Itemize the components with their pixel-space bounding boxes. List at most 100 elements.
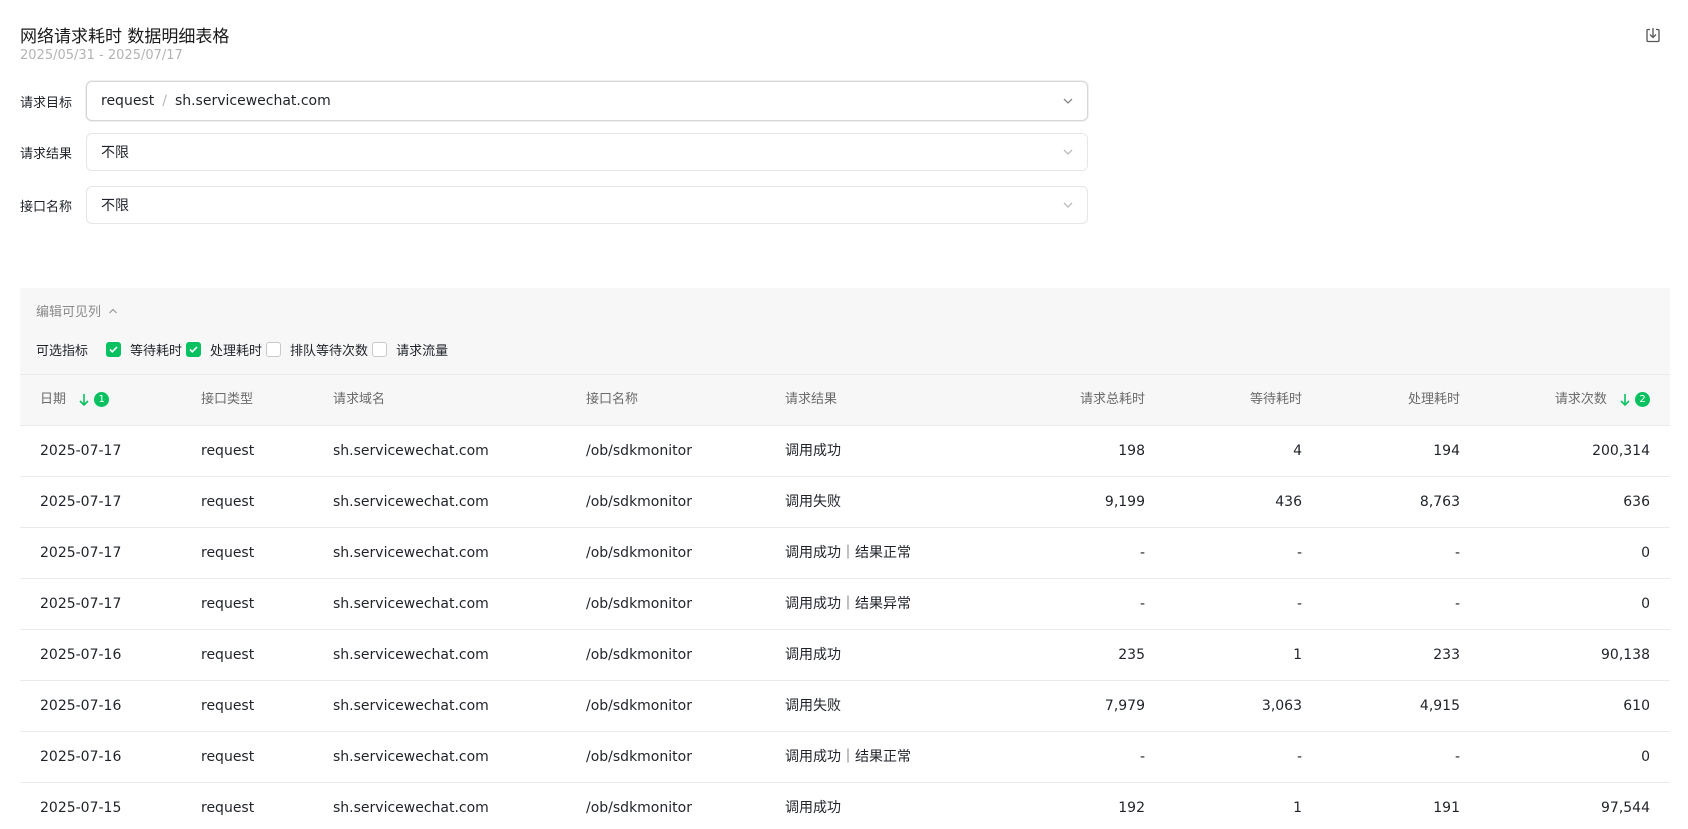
api-type-cell: request <box>201 596 255 612</box>
arrow-down-icon <box>79 393 89 406</box>
api-name-cell: /ob/sdkmonitor <box>586 443 692 459</box>
total-time-cell: 7,979 <box>1104 698 1145 714</box>
request-count-cell: 0 <box>1641 545 1650 561</box>
table-row: 2025-07-17 request sh.servicewechat.com/ob… <box>20 426 1670 477</box>
filter-target-row: 请求目标 request / sh.servicewechat.com <box>20 80 1088 122</box>
metrics-label: 可选指标 <box>36 344 89 359</box>
process-time-cell: 191 <box>1433 800 1460 816</box>
api-name-cell: /ob/sdkmonitor <box>586 545 692 561</box>
request-count-cell: 0 <box>1641 596 1650 612</box>
api-type-cell: request <box>201 443 255 459</box>
result-value: 不限 <box>101 145 129 161</box>
api-name-select[interactable]: 不限 <box>86 186 1088 224</box>
checkbox-queue-count[interactable]: 排队等待次数 <box>266 340 372 359</box>
checkbox-process-time[interactable]: 处理耗时 <box>186 340 266 359</box>
total-time-cell: 235 <box>1118 647 1145 663</box>
column-header-api-name: 接口名称 <box>586 392 639 407</box>
result-cell: 调用失败 <box>785 494 841 510</box>
result-cell: 调用成功｜结果正常 <box>785 545 911 561</box>
wait-time-cell: 436 <box>1275 494 1302 510</box>
wait-time-cell: - <box>1296 596 1302 612</box>
request-target-select[interactable]: request / sh.servicewechat.com <box>86 81 1088 121</box>
api-type-cell: request <box>201 647 255 663</box>
checkbox-unchecked-icon <box>372 342 388 357</box>
date-cell: 2025-07-15 <box>40 800 122 816</box>
column-header-process-time[interactable]: 处理耗时 <box>1320 375 1460 425</box>
metrics-options: 可选指标 等待耗时 处理耗时 排队等待次数 请求流量 <box>36 340 452 359</box>
result-cell: 调用失败 <box>785 698 841 714</box>
edit-columns-toggle[interactable]: 编辑可见列 <box>36 301 119 320</box>
process-time-cell: 233 <box>1433 647 1460 663</box>
total-time-cell: - <box>1139 545 1145 561</box>
api-value: 不限 <box>101 198 129 214</box>
path-separator: / <box>162 93 167 109</box>
checkbox-wait-time[interactable]: 等待耗时 <box>106 340 186 359</box>
table-row: 2025-07-17 request sh.servicewechat.com/ob… <box>20 579 1670 630</box>
process-time-cell: - <box>1454 749 1460 765</box>
filter-result-label: 请求结果 <box>20 146 73 162</box>
process-time-cell: - <box>1454 596 1460 612</box>
arrow-down-icon <box>1620 393 1630 406</box>
checkbox-checked-icon <box>186 342 202 357</box>
result-cell: 调用成功 <box>785 443 841 459</box>
target-domain-value: sh.servicewechat.com <box>174 93 331 109</box>
result-cell: 调用成功 <box>785 647 841 663</box>
table-body: 2025-07-17 request sh.servicewechat.com/ob… <box>20 426 1670 829</box>
table-row: 2025-07-15 request sh.servicewechat.com/ob… <box>20 783 1670 829</box>
request-count-cell: 90,138 <box>1601 647 1650 663</box>
wait-time-cell: - <box>1296 545 1302 561</box>
request-count-cell: 610 <box>1623 698 1650 714</box>
filter-result-row: 请求结果 不限 <box>20 131 1088 173</box>
column-header-total-time[interactable]: 请求总耗时 <box>990 375 1145 425</box>
domain-cell: sh.servicewechat.com <box>333 545 489 561</box>
checkbox-label: 等待耗时 <box>130 344 183 359</box>
column-header-label: 日期 <box>40 392 67 407</box>
checkbox-request-traffic[interactable]: 请求流量 <box>372 340 452 359</box>
sort-control[interactable]: 1 <box>78 392 110 408</box>
chevron-down-icon <box>1063 149 1073 155</box>
wait-time-cell: 1 <box>1293 800 1302 816</box>
table-row: 2025-07-17 request sh.servicewechat.com/ob… <box>20 477 1670 528</box>
report-page: 网络请求耗时 数据明细表格 2025/05/31 - 2025/07/17 请求… <box>0 0 1688 829</box>
download-icon[interactable] <box>1644 26 1664 46</box>
sort-order-badge: 1 <box>94 392 110 407</box>
table-header: 日期 1 接口类型 请求域名 接口名称 请求结果 请求总耗时 等待耗时 处理耗时… <box>20 374 1670 426</box>
chevron-down-icon <box>1063 98 1073 104</box>
request-count-cell: 200,314 <box>1592 443 1650 459</box>
api-type-cell: request <box>201 494 255 510</box>
request-result-select[interactable]: 不限 <box>86 133 1088 171</box>
table-row: 2025-07-16 request sh.servicewechat.com/ob… <box>20 630 1670 681</box>
column-header-wait-time[interactable]: 等待耗时 <box>1170 375 1302 425</box>
column-header-request-count[interactable]: 请求次数 2 <box>1470 375 1650 425</box>
checkbox-label: 排队等待次数 <box>290 344 369 359</box>
column-header-api-type: 接口类型 <box>201 392 254 407</box>
wait-time-cell: - <box>1296 749 1302 765</box>
page-title: 网络请求耗时 数据明细表格 <box>20 27 230 47</box>
column-header-date[interactable]: 日期 1 <box>40 375 180 425</box>
process-time-cell: 194 <box>1433 443 1460 459</box>
column-header-result: 请求结果 <box>785 392 838 407</box>
api-name-cell: /ob/sdkmonitor <box>586 596 692 612</box>
chevron-up-icon <box>109 308 117 313</box>
api-type-cell: request <box>201 545 255 561</box>
filter-api-label: 接口名称 <box>20 199 73 215</box>
sort-control[interactable]: 2 <box>1619 392 1650 408</box>
process-time-cell: 8,763 <box>1419 494 1460 510</box>
domain-cell: sh.servicewechat.com <box>333 749 489 765</box>
date-cell: 2025-07-17 <box>40 494 122 510</box>
api-name-cell: /ob/sdkmonitor <box>586 494 692 510</box>
total-time-cell: - <box>1139 749 1145 765</box>
wait-time-cell: 1 <box>1293 647 1302 663</box>
date-cell: 2025-07-16 <box>40 749 122 765</box>
domain-cell: sh.servicewechat.com <box>333 494 489 510</box>
table-row: 2025-07-17 request sh.servicewechat.com/ob… <box>20 528 1670 579</box>
domain-cell: sh.servicewechat.com <box>333 443 489 459</box>
domain-cell: sh.servicewechat.com <box>333 596 489 612</box>
checkbox-unchecked-icon <box>266 342 282 357</box>
checkbox-label: 请求流量 <box>396 344 449 359</box>
date-cell: 2025-07-17 <box>40 545 122 561</box>
result-cell: 调用成功｜结果正常 <box>785 749 911 765</box>
column-header-domain: 请求域名 <box>333 392 386 407</box>
domain-cell: sh.servicewechat.com <box>333 647 489 663</box>
chevron-down-icon <box>1063 202 1073 208</box>
